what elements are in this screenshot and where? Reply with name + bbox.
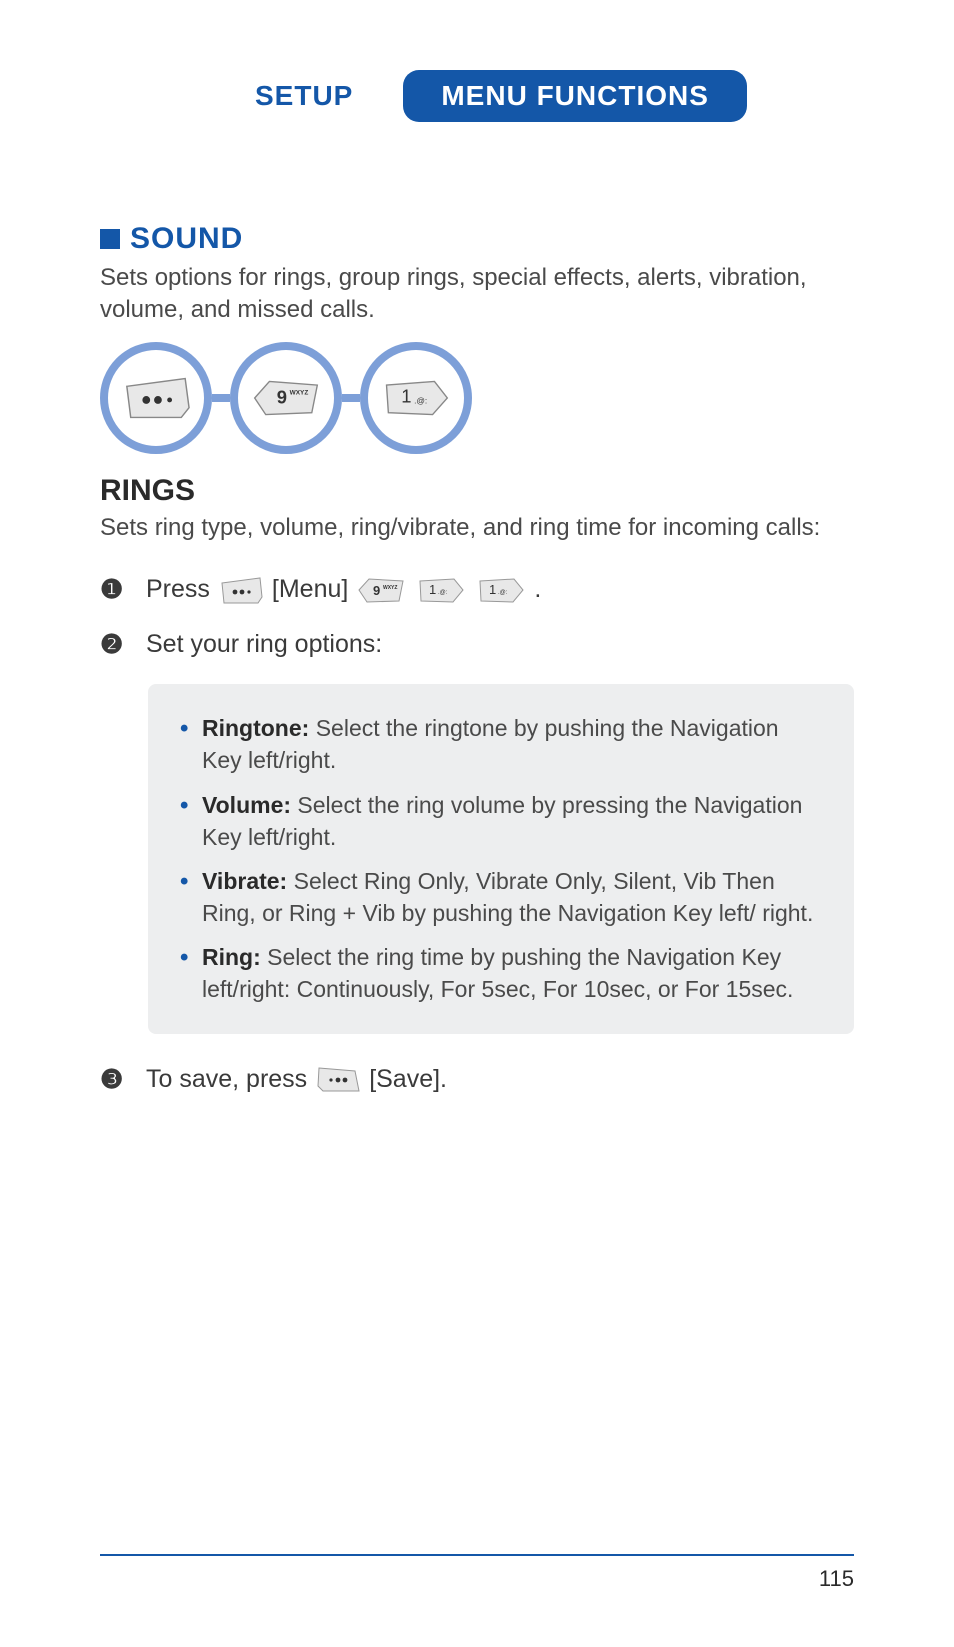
- header-menu-functions-pill: MENU FUNCTIONS: [403, 70, 747, 122]
- step-3-prefix: To save, press: [146, 1065, 307, 1094]
- one-key-icon-inline: 1 .@:: [416, 575, 466, 605]
- step-1-period: .: [534, 575, 541, 604]
- option-volume-text: Select the ring volume by pressing the N…: [202, 792, 802, 850]
- option-ringtone-label: Ringtone:: [202, 715, 309, 741]
- step-3: ❸ To save, press [Save].: [100, 1064, 854, 1095]
- svg-text:WXYZ: WXYZ: [383, 585, 397, 591]
- option-vibrate-label: Vibrate:: [202, 868, 287, 894]
- menu-key-icon: [121, 375, 191, 421]
- step-3-content: To save, press [Save].: [146, 1064, 447, 1094]
- option-ringtone: Ringtone: Select the ringtone by pushing…: [176, 712, 818, 776]
- option-ring-text: Select the ring time by pushing the Navi…: [202, 944, 793, 1002]
- option-vibrate-text: Select Ring Only, Vibrate Only, Silent, …: [202, 868, 813, 926]
- manual-page: SETUP MENU FUNCTIONS SOUND Sets options …: [0, 0, 954, 1647]
- step-2-content: Set your ring options:: [146, 630, 382, 659]
- option-volume: Volume: Select the ring volume by pressi…: [176, 789, 818, 853]
- option-ring: Ring: Select the ring time by pushing th…: [176, 941, 818, 1005]
- svg-text:1: 1: [489, 582, 496, 597]
- step-1-menu-label: [Menu]: [272, 575, 348, 604]
- sound-title: SOUND: [130, 222, 243, 256]
- option-volume-label: Volume:: [202, 792, 291, 818]
- page-footer: 115: [100, 1554, 854, 1592]
- svg-text:WXYZ: WXYZ: [290, 389, 309, 396]
- ring-options-box: Ringtone: Select the ringtone by pushing…: [148, 684, 854, 1034]
- svg-text:.@:: .@:: [414, 396, 427, 405]
- svg-text:9: 9: [277, 386, 287, 407]
- save-key-icon-inline: [315, 1064, 361, 1094]
- svg-text:.@:: .@:: [438, 590, 448, 596]
- one-key-icon: 1 .@:: [381, 375, 451, 421]
- key-connector-icon: [212, 394, 230, 402]
- svg-text:1: 1: [401, 385, 411, 406]
- one-key-icon-inline-2: 1 .@:: [476, 575, 526, 605]
- svg-text:1: 1: [429, 582, 436, 597]
- step-2-text: Set your ring options:: [146, 630, 382, 659]
- nine-key-icon-inline: 9 WXYZ: [356, 575, 406, 605]
- sound-section-heading: SOUND: [100, 222, 854, 256]
- header-setup-label: SETUP: [255, 80, 353, 112]
- rings-description: Sets ring type, volume, ring/vibrate, an…: [100, 512, 854, 544]
- key-circle-one: 1 .@:: [360, 342, 472, 454]
- page-number: 115: [100, 1566, 854, 1592]
- svg-text:.@:: .@:: [498, 590, 508, 596]
- nine-key-icon: 9 WXYZ: [251, 375, 321, 421]
- sound-description: Sets options for rings, group rings, spe…: [100, 262, 854, 327]
- page-header: SETUP MENU FUNCTIONS: [255, 70, 854, 122]
- svg-text:9: 9: [373, 583, 380, 598]
- option-vibrate: Vibrate: Select Ring Only, Vibrate Only,…: [176, 865, 818, 929]
- key-circle-menu: [100, 342, 212, 454]
- navigation-key-sequence: 9 WXYZ 1 .@:: [100, 342, 854, 454]
- ring-options-list: Ringtone: Select the ringtone by pushing…: [176, 712, 818, 1006]
- step-3-number: ❸: [100, 1064, 128, 1095]
- step-2-number: ❷: [100, 629, 128, 660]
- step-1-number: ❶: [100, 574, 128, 605]
- rings-subheading: RINGS: [100, 474, 854, 508]
- step-1-content: Press [Menu] 9 WXYZ: [146, 575, 541, 605]
- key-circle-nine: 9 WXYZ: [230, 342, 342, 454]
- section-bullet-icon: [100, 229, 120, 249]
- option-ring-label: Ring:: [202, 944, 261, 970]
- key-connector-icon: [342, 394, 360, 402]
- step-2: ❷ Set your ring options:: [100, 629, 854, 660]
- footer-line-icon: [100, 1554, 854, 1556]
- menu-key-icon-inline: [218, 575, 264, 605]
- step-3-save-label: [Save].: [369, 1065, 447, 1094]
- step-1: ❶ Press [Menu] 9 WXYZ: [100, 574, 854, 605]
- step-1-press-text: Press: [146, 575, 210, 604]
